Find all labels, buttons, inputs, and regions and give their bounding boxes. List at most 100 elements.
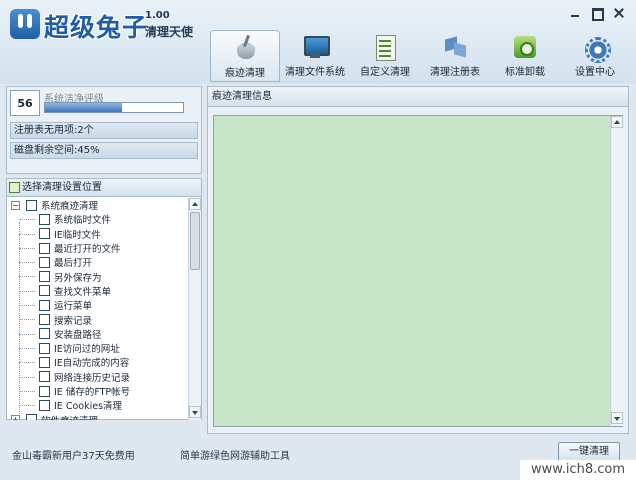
system-status-panel: 56 系统洁净评级 注册表无用项:2个 磁盘剩余空间:45% <box>6 86 202 174</box>
tree-checkbox[interactable] <box>39 356 50 368</box>
tree-item-label: 另外保存为 <box>54 272 102 284</box>
cubes-icon <box>442 34 468 60</box>
tree-item[interactable]: 网络连接历史记录 <box>7 370 188 384</box>
expand-icon[interactable]: + <box>11 415 20 420</box>
registry-status-line: 注册表无用项:2个 <box>10 122 198 139</box>
clean-location-tree-panel: 选择清理设置位置 − 系统痕迹清理 系统临时文件 IE临时文件最近打开的文件 最后打… <box>6 178 202 420</box>
app-subtitle: 清理天使 <box>145 25 194 39</box>
logo-text: 超级兔子 <box>44 13 149 42</box>
tab-label: 标准卸载 <box>505 67 545 78</box>
tab-registry-clean[interactable]: 清理注册表 <box>420 30 490 82</box>
monitor-icon <box>302 34 330 60</box>
tree-checkbox[interactable] <box>39 228 50 240</box>
tree-checkbox[interactable] <box>26 199 37 211</box>
tree-item[interactable]: 搜索记录 <box>7 312 188 327</box>
tree-checkbox[interactable] <box>26 414 37 420</box>
tab-trace-clean[interactable]: 痕迹清理 <box>210 30 280 82</box>
cleanliness-score: 56 <box>10 90 40 116</box>
gear-icon <box>582 34 611 63</box>
scroll-up-icon[interactable] <box>189 198 201 210</box>
title-bar: 超级兔子 1.00 清理天使 痕迹清理 清理文件系统 自定义清理 清理注册表 标… <box>0 0 636 84</box>
uninstall-disc-icon <box>512 34 538 60</box>
tree-checkbox[interactable] <box>39 213 50 225</box>
trace-info-area <box>213 115 623 427</box>
tree-checkbox[interactable] <box>39 342 50 354</box>
tree-root-item[interactable]: − 系统痕迹清理 <box>7 198 188 212</box>
one-click-clean-button[interactable]: 一键清理 <box>558 442 620 462</box>
scroll-thumb[interactable] <box>190 212 200 270</box>
maximize-icon[interactable] <box>590 6 604 21</box>
tree-checkbox[interactable] <box>39 285 50 297</box>
tab-label: 清理注册表 <box>430 67 480 78</box>
tree-checkbox[interactable] <box>39 256 50 268</box>
tree-item[interactable]: IE临时文件 <box>7 227 188 241</box>
cleanliness-progress-bar <box>44 102 184 113</box>
tree-item[interactable]: IE 储存的FTP帐号 <box>7 384 188 398</box>
tab-label: 清理文件系统 <box>285 67 345 78</box>
checklist-icon <box>372 34 398 61</box>
minimize-icon[interactable] <box>568 6 582 20</box>
tab-uninstall[interactable]: 标准卸载 <box>490 30 560 82</box>
tree-header: 选择清理设置位置 <box>7 179 201 197</box>
tree-item[interactable]: 查找文件菜单 <box>7 284 188 298</box>
rabbit-logo-icon <box>10 9 40 39</box>
tree-item[interactable]: IE Cookies清理 <box>7 398 188 412</box>
disk-status-line: 磁盘剩余空间:45% <box>10 142 198 159</box>
footer-ad-link-antivirus[interactable]: 金山毒霸新用户37天免费用 <box>12 447 135 462</box>
broom-icon <box>233 35 259 61</box>
tree-item[interactable]: 安装盘路径 <box>7 327 188 341</box>
tree-item-label: 最近打开的文件 <box>54 244 121 256</box>
tree-item[interactable]: 最近打开的文件 <box>7 241 188 255</box>
tab-settings[interactable]: 设置中心 <box>560 30 630 82</box>
collapse-icon[interactable]: − <box>11 200 20 210</box>
header-checkbox-icon <box>9 182 20 193</box>
tree-checkbox[interactable] <box>39 314 50 326</box>
site-watermark: www.ich8.com <box>520 460 636 480</box>
tree-item-label: IE 储存的FTP帐号 <box>54 387 131 398</box>
tree-root-label: 软件痕迹清理 <box>41 413 98 420</box>
window-controls <box>568 6 626 21</box>
tree-item-label: 系统临时文件 <box>54 215 112 227</box>
tree-checkbox[interactable] <box>39 399 50 411</box>
tree-item-label: 运行菜单 <box>54 301 93 313</box>
clean-location-tree: − 系统痕迹清理 系统临时文件 IE临时文件最近打开的文件 最后打开另外保存为 查找文… <box>7 198 188 420</box>
tree-item-label: 最后打开 <box>54 258 93 270</box>
tree-item-label: 安装盘路径 <box>54 329 102 341</box>
main-tabs: 痕迹清理 清理文件系统 自定义清理 清理注册表 标准卸载 设置中心 <box>210 30 630 82</box>
tab-label: 痕迹清理 <box>225 68 265 79</box>
tree-item-label: IE自动完成的内容 <box>54 358 130 370</box>
scroll-down-icon[interactable] <box>611 412 623 424</box>
scroll-up-icon[interactable] <box>611 116 623 128</box>
close-icon[interactable] <box>612 6 626 20</box>
tab-file-system-clean[interactable]: 清理文件系统 <box>280 30 350 82</box>
tree-root-label: 系统痕迹清理 <box>41 201 99 213</box>
tree-checkbox[interactable] <box>39 242 50 254</box>
info-scrollbar[interactable] <box>610 116 623 426</box>
tree-item[interactable]: IE访问过的网址 <box>7 341 188 355</box>
tree-item-label: IE临时文件 <box>54 229 101 241</box>
tree-scrollbar[interactable] <box>188 198 201 420</box>
tree-item[interactable]: IE自动完成的内容 <box>7 355 188 369</box>
tree-checkbox[interactable] <box>39 385 50 397</box>
tree-root-item[interactable]: + 软件痕迹清理 <box>7 412 188 420</box>
tree-item[interactable]: 另外保存为 <box>7 269 188 284</box>
tree-checkbox[interactable] <box>39 299 50 311</box>
tree-checkbox[interactable] <box>39 371 50 383</box>
tree-item-label: 网络连接历史记录 <box>54 372 131 384</box>
tree-item[interactable]: 最后打开 <box>7 255 188 269</box>
scroll-down-icon[interactable] <box>189 406 201 418</box>
trace-info-panel: 痕迹清理信息 <box>207 86 629 434</box>
tree-item-label: 搜索记录 <box>54 315 93 327</box>
tree-checkbox[interactable] <box>39 328 50 340</box>
tree-item[interactable]: 运行菜单 <box>7 298 188 312</box>
tree-item-label: IE访问过的网址 <box>54 344 120 356</box>
tab-label: 设置中心 <box>575 67 615 78</box>
tab-custom-clean[interactable]: 自定义清理 <box>350 30 420 82</box>
footer-ad-link-game-tool[interactable]: 简单游绿色网游辅助工具 <box>180 447 290 462</box>
progress-fill <box>45 103 123 112</box>
tree-header-label: 选择清理设置位置 <box>22 182 102 193</box>
tree-item[interactable]: 系统临时文件 <box>7 212 188 226</box>
app-version: 1.00 <box>145 10 170 21</box>
tree-checkbox[interactable] <box>39 271 50 283</box>
tab-label: 自定义清理 <box>360 67 410 78</box>
